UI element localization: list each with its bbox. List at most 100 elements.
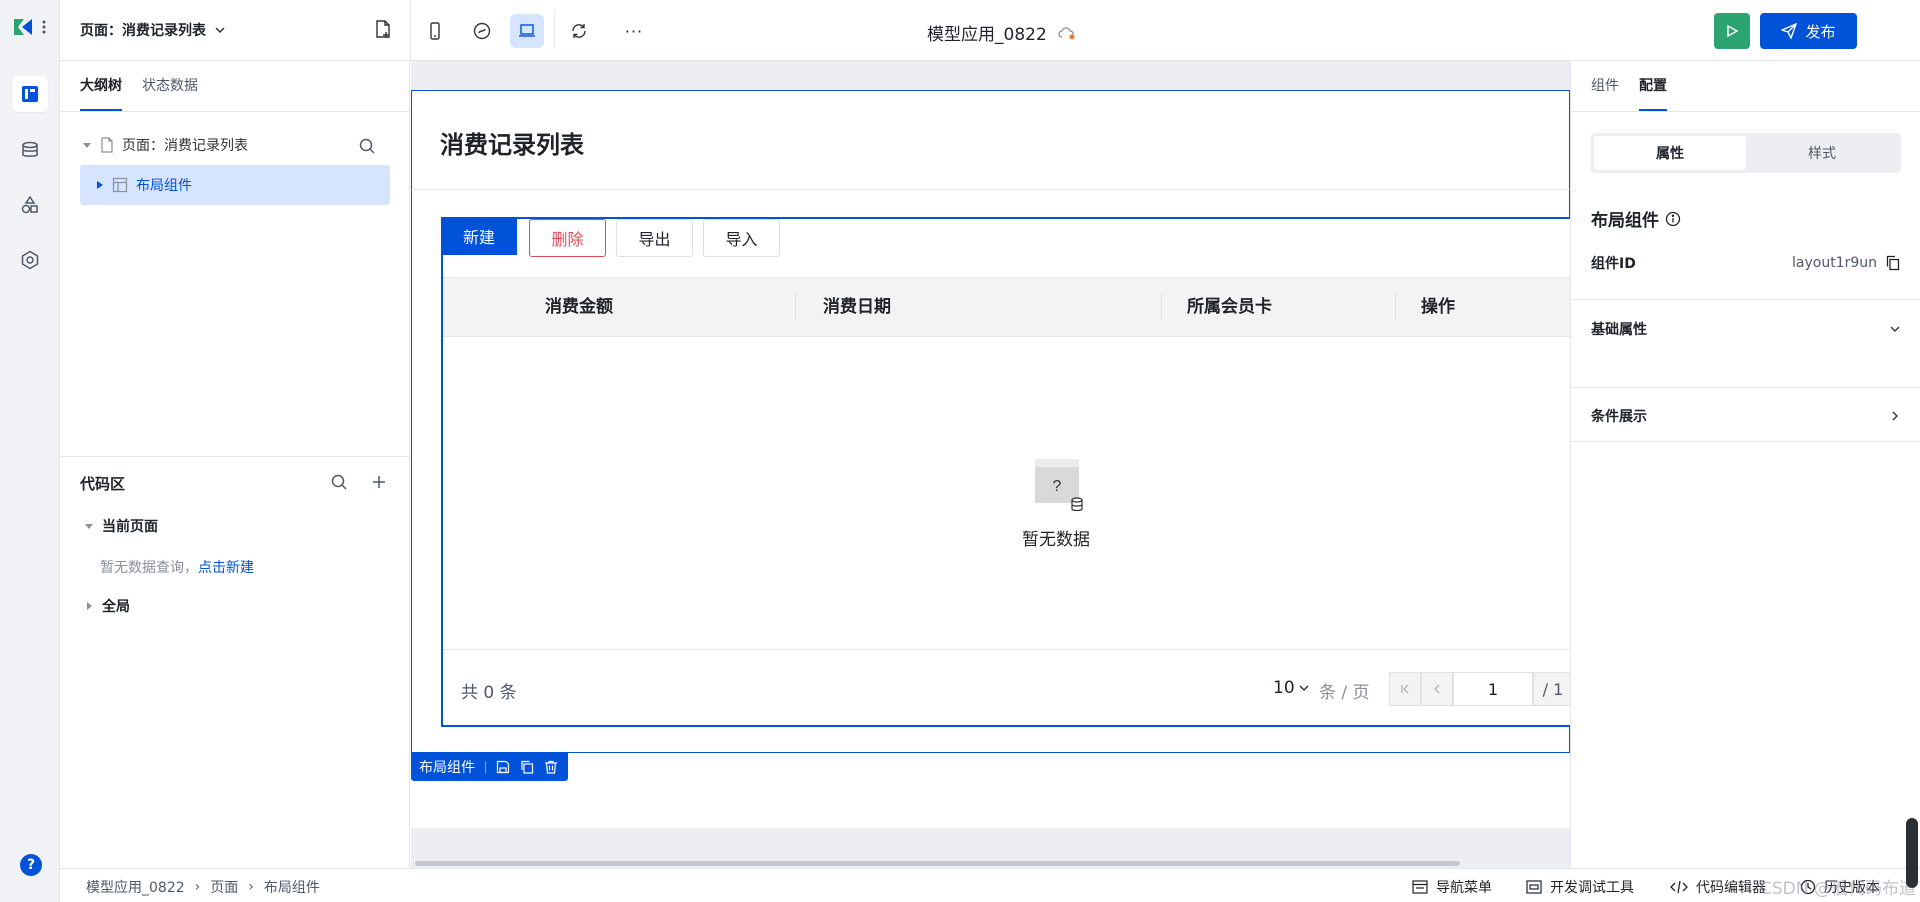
caret-down-icon — [85, 524, 93, 529]
selection-label: 布局组件 — [419, 760, 475, 776]
section-conditional[interactable]: 条件展示 — [1591, 404, 1901, 428]
column-header[interactable]: 消费日期 — [823, 278, 891, 336]
horizontal-scrollbar[interactable] — [415, 861, 1460, 866]
first-page-icon[interactable] — [1389, 672, 1421, 706]
code-area-title: 代码区 — [80, 475, 126, 493]
code-editor-label: 代码编辑器 — [1696, 880, 1766, 896]
copy-icon[interactable] — [520, 760, 534, 774]
database-icon[interactable] — [12, 132, 48, 168]
code-current-page-label: 当前页面 — [102, 519, 158, 535]
column-divider[interactable] — [1161, 294, 1162, 320]
page-number-input[interactable]: 1 — [1453, 672, 1533, 706]
new-button[interactable]: 新建 — [441, 217, 517, 255]
code-editor-button[interactable]: 代码编辑器 — [1670, 877, 1766, 897]
divider — [1571, 441, 1920, 442]
table-footer: 共 0 条 10 条 / 页 1 / 1 — [443, 649, 1570, 727]
tree-node-layout[interactable]: 布局组件 — [80, 165, 390, 205]
import-button[interactable]: 导入 — [703, 219, 780, 257]
column-divider[interactable] — [1395, 294, 1396, 320]
nav-menu-button[interactable]: 导航菜单 — [1412, 877, 1492, 897]
page-size-select[interactable]: 10 — [1273, 678, 1309, 698]
column-divider[interactable] — [795, 294, 796, 320]
divider — [554, 14, 555, 48]
page-header[interactable]: 消费记录列表 — [411, 90, 1570, 190]
tree-node-page-label: 页面：消费记录列表 — [122, 138, 248, 154]
caret-down-icon — [83, 143, 91, 148]
prev-page-icon[interactable] — [1421, 672, 1453, 706]
cloud-sync-icon — [1058, 26, 1075, 39]
section-basic-props[interactable]: 基础属性 — [1591, 317, 1901, 341]
plus-icon[interactable] — [371, 474, 387, 490]
page-selector[interactable]: 页面：消费记录列表 — [80, 20, 226, 40]
code-search-icon[interactable] — [330, 473, 348, 491]
create-query-link[interactable]: 点击新建 — [198, 560, 254, 576]
divider — [1571, 299, 1920, 300]
empty-text: 暂无数据 — [1022, 530, 1090, 550]
delete-button[interactable]: 删除 — [529, 219, 606, 257]
chevron-down-icon — [1890, 326, 1900, 332]
run-button[interactable] — [1714, 13, 1750, 49]
column-header[interactable]: 消费金额 — [545, 278, 613, 336]
publish-button[interactable]: 发布 — [1760, 13, 1857, 49]
column-header[interactable]: 操作 — [1421, 278, 1455, 336]
mobile-view-icon[interactable] — [418, 14, 452, 48]
page-file-icon — [101, 137, 113, 153]
tree-node-layout-label: 布局组件 — [136, 178, 192, 194]
per-page-label: 条 / 页 — [1319, 683, 1370, 703]
selection-toolbar: 布局组件 — [411, 753, 568, 781]
help-icon[interactable]: ? — [20, 854, 42, 876]
save-icon[interactable] — [496, 760, 510, 774]
settings-icon[interactable] — [12, 242, 48, 278]
breadcrumb-item[interactable]: 模型应用_0822 — [86, 877, 185, 897]
outline-icon[interactable] — [12, 76, 48, 112]
tree-node-page[interactable]: 页面：消费记录列表 — [82, 133, 392, 157]
devtools-label: 开发调试工具 — [1550, 880, 1634, 896]
breadcrumb-item[interactable]: 页面 — [210, 877, 238, 897]
refresh-icon[interactable] — [562, 14, 596, 48]
code-empty-hint: 暂无数据查询，点击新建 — [100, 557, 254, 577]
tab-config[interactable]: 配置 — [1639, 61, 1667, 111]
table-header: 消费金额 消费日期 所属会员卡 操作 — [443, 277, 1570, 337]
search-icon[interactable] — [358, 137, 376, 155]
play-icon — [1727, 24, 1739, 38]
desktop-view-icon[interactable] — [510, 14, 544, 48]
info-icon[interactable] — [1665, 211, 1681, 227]
chevron-down-icon — [215, 27, 225, 34]
miniprogram-view-icon[interactable] — [465, 14, 499, 48]
top-bar: 页面：消费记录列表 ··· 模型应用_0822 发布 ··· — [60, 0, 1920, 61]
publish-label: 发布 — [1805, 22, 1836, 41]
component-id-label: 组件ID — [1591, 256, 1636, 272]
add-page-icon[interactable] — [372, 19, 394, 41]
left-panel: 大纲树 状态数据 页面：消费记录列表 布局组件 代码区 当前页面 暂无数据查询，… — [60, 61, 410, 868]
right-panel: 组件 配置 属性 样式 布局组件 组件ID layout1r9un 基础属性 条… — [1570, 61, 1920, 868]
app-logo-icon[interactable] — [10, 14, 52, 40]
send-icon — [1781, 23, 1798, 39]
tab-state-data[interactable]: 状态数据 — [142, 61, 198, 111]
section-basic-props-label: 基础属性 — [1591, 322, 1647, 338]
code-global[interactable]: 全局 — [84, 596, 130, 616]
segment-properties[interactable]: 属性 — [1594, 136, 1746, 170]
total-pages: / 1 — [1533, 672, 1570, 706]
export-button[interactable]: 导出 — [616, 219, 693, 257]
breadcrumb-item[interactable]: 布局组件 — [264, 877, 320, 897]
right-panel-tabs: 组件 配置 — [1591, 61, 1667, 111]
divider — [1571, 387, 1920, 388]
delete-icon[interactable] — [544, 760, 558, 774]
devtools-icon — [1526, 880, 1542, 894]
column-header[interactable]: 所属会员卡 — [1187, 278, 1272, 336]
segment-style[interactable]: 样式 — [1746, 136, 1898, 170]
caret-right-icon — [87, 602, 92, 610]
tab-outline[interactable]: 大纲树 — [80, 61, 122, 111]
devtools-button[interactable]: 开发调试工具 — [1526, 877, 1634, 897]
components-icon[interactable] — [12, 187, 48, 223]
data-table[interactable]: 新建 删除 导出 导入 消费金额 消费日期 所属会员卡 操作 ? 暂无数据 共 … — [441, 217, 1570, 727]
tab-components[interactable]: 组件 — [1591, 61, 1619, 111]
code-current-page[interactable]: 当前页面 — [84, 516, 158, 536]
more-tools-icon[interactable]: ··· — [617, 14, 651, 48]
page-selector-label: 页面：消费记录列表 — [80, 23, 206, 39]
page-frame: 消费记录列表 新建 删除 导出 导入 消费金额 消费日期 所属会员卡 操作 ? — [411, 90, 1570, 828]
copy-icon[interactable] — [1885, 255, 1901, 271]
page-title: 消费记录列表 — [440, 131, 584, 159]
breadcrumb: 模型应用_0822 › 页面 › 布局组件 — [86, 877, 320, 897]
divider — [410, 0, 411, 61]
